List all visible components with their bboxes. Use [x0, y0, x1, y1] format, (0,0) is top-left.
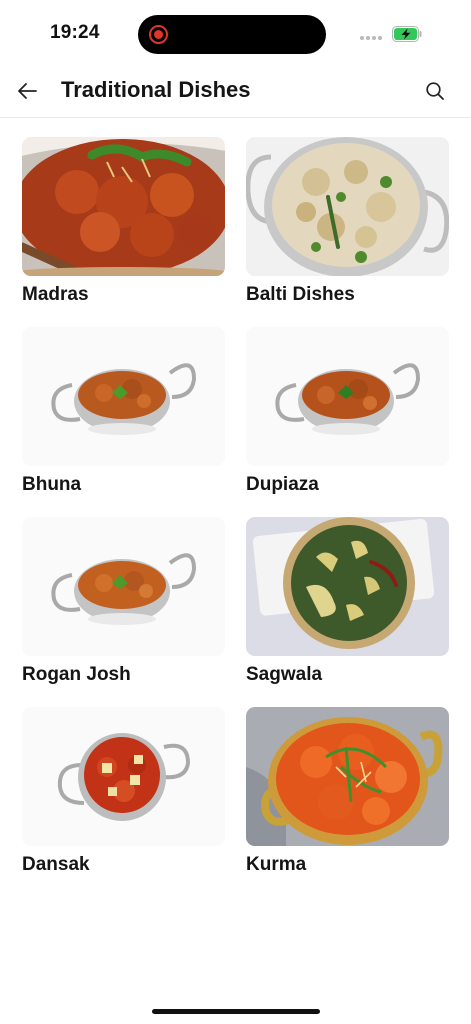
dish-card-madras[interactable]: Madras [22, 137, 226, 306]
search-icon [426, 82, 444, 100]
dish-name: Dansak [22, 854, 90, 875]
status-bar: 19:24 [0, 0, 471, 64]
dish-card-dupiaza[interactable]: Dupiaza [246, 327, 450, 496]
dish-card-kurma[interactable]: Kurma [246, 707, 450, 876]
status-time: 19:24 [50, 22, 100, 43]
arrow-left-icon [18, 83, 37, 99]
search-button[interactable] [422, 78, 448, 104]
dish-name: Bhuna [22, 474, 82, 495]
app-header: Traditional Dishes [0, 64, 471, 118]
dynamic-island [138, 15, 326, 54]
dish-card-sagwala[interactable]: Sagwala [246, 517, 450, 686]
dish-name: Rogan Josh [22, 664, 131, 685]
dish-image [22, 327, 225, 466]
dish-image [22, 707, 225, 846]
back-button[interactable] [14, 78, 40, 104]
page-title: Traditional Dishes [61, 77, 251, 102]
dish-name: Dupiaza [246, 474, 319, 495]
dish-image [246, 327, 449, 466]
dish-image [246, 517, 449, 656]
dish-name: Balti Dishes [246, 284, 355, 305]
dish-image [22, 137, 225, 276]
dish-card-bhuna[interactable]: Bhuna [22, 327, 226, 496]
home-indicator[interactable] [152, 1009, 320, 1014]
dish-name: Madras [22, 284, 89, 305]
signal-icon [360, 36, 382, 40]
dish-card-dansak[interactable]: Dansak [22, 707, 226, 876]
dish-card-balti-dishes[interactable]: Balti Dishes [246, 137, 450, 306]
dish-name: Sagwala [246, 664, 323, 685]
dish-image [246, 137, 449, 276]
dish-card-rogan-josh[interactable]: Rogan Josh [22, 517, 226, 686]
screen-recording-icon [149, 25, 168, 44]
dish-image [246, 707, 449, 846]
dish-name: Kurma [246, 854, 307, 875]
dish-image [22, 517, 225, 656]
battery-charging-icon [392, 26, 422, 42]
